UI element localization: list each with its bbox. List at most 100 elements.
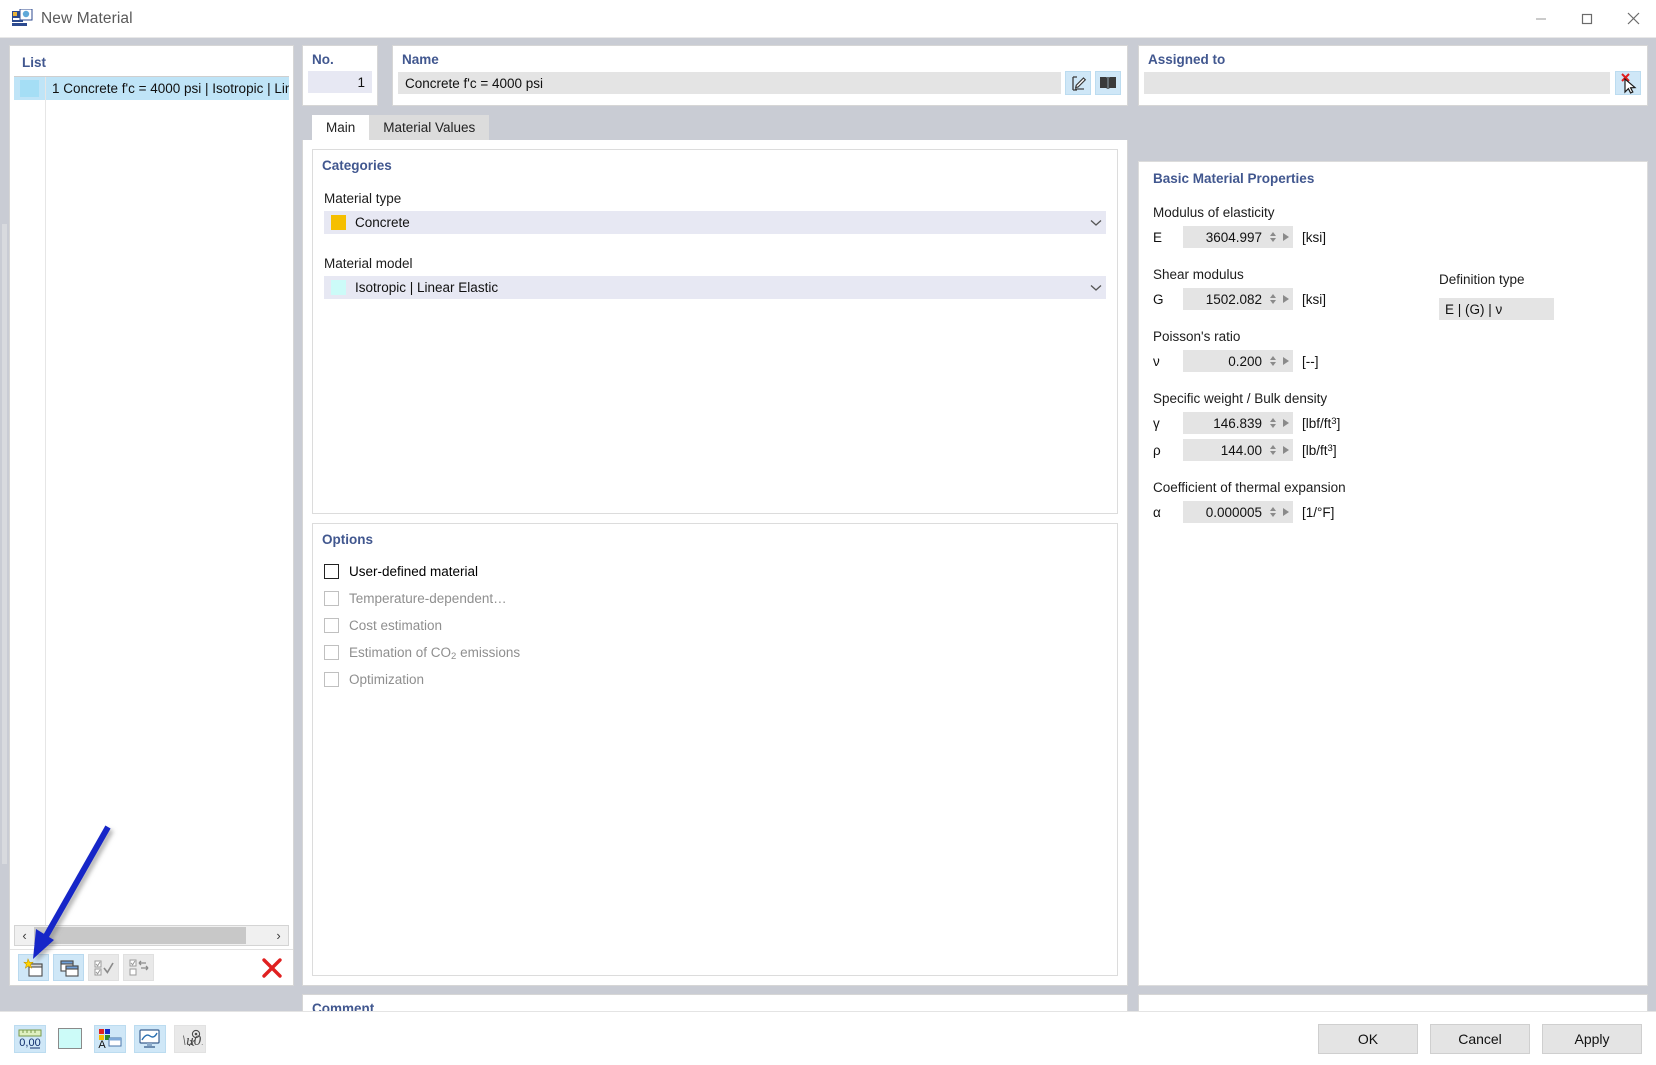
options-group: Options User-defined material Temperatur… xyxy=(312,523,1118,976)
minimize-button[interactable] xyxy=(1518,0,1564,38)
pick-deselect-icon[interactable] xyxy=(1615,71,1641,95)
new-material-dialog: New Material List 1 Concrete f'c = 4000 … xyxy=(0,0,1656,1065)
material-list[interactable]: 1 Concrete f'c = 4000 psi | Isotropic | … xyxy=(14,76,289,925)
right-column: Assigned to Basic Material Properties Mo… xyxy=(1138,45,1648,986)
material-model-combo[interactable]: Isotropic | Linear Elastic xyxy=(324,276,1106,299)
no-panel-legend: No. xyxy=(312,52,334,67)
render-style-icon[interactable]: A xyxy=(94,1024,126,1053)
window-edge-strip xyxy=(0,38,9,1065)
categories-group: Categories Material type Concrete Materi… xyxy=(312,149,1118,514)
scroll-thumb[interactable] xyxy=(34,927,246,944)
formula-icon: \u0192 x xyxy=(174,1024,206,1053)
symbol-alpha: α xyxy=(1153,504,1161,520)
value: 0.200 xyxy=(1228,353,1262,369)
dialog-buttons: OK Cancel Apply xyxy=(1318,1023,1642,1054)
list-horizontal-scrollbar[interactable]: ‹ › xyxy=(14,925,289,946)
option-label: User-defined material xyxy=(349,564,479,579)
assigned-to-legend: Assigned to xyxy=(1148,52,1226,67)
color-swatch-icon[interactable] xyxy=(54,1025,86,1053)
option-user-defined-material[interactable]: User-defined material xyxy=(324,558,1106,585)
expand-arrow-icon[interactable] xyxy=(1279,295,1293,303)
poissons-ratio-input[interactable]: 0.200 xyxy=(1183,350,1293,372)
new-material-icon xyxy=(11,8,33,29)
material-type-value: Concrete xyxy=(355,215,410,230)
material-color-swatch xyxy=(20,80,39,97)
ok-button[interactable]: OK xyxy=(1318,1023,1418,1054)
spinner-icon[interactable] xyxy=(1266,507,1279,517)
no-panel: No. 1 xyxy=(302,45,378,106)
spinner-icon[interactable] xyxy=(1266,445,1279,455)
list-item[interactable]: 1 Concrete f'c = 4000 psi | Isotropic | … xyxy=(14,77,289,100)
value: 1502.082 xyxy=(1205,291,1262,307)
name-panel-legend: Name xyxy=(402,52,439,67)
expand-arrow-icon[interactable] xyxy=(1279,446,1293,454)
scroll-right-arrow-icon[interactable]: › xyxy=(269,926,288,945)
name-panel: Name Concrete f'c = 4000 psi xyxy=(392,45,1128,106)
cancel-button[interactable]: Cancel xyxy=(1430,1023,1530,1054)
expand-arrow-icon[interactable] xyxy=(1279,233,1293,241)
chevron-down-icon[interactable] xyxy=(1090,280,1102,295)
checkbox-icon xyxy=(324,672,339,687)
scroll-left-arrow-icon[interactable]: ‹ xyxy=(15,926,34,945)
symbol-nu: ν xyxy=(1153,353,1160,369)
material-type-label: Material type xyxy=(324,191,402,206)
spinner-icon[interactable] xyxy=(1266,418,1279,428)
checkbox-icon xyxy=(324,591,339,606)
option-label: Temperature-dependent… xyxy=(349,591,507,606)
close-button[interactable] xyxy=(1610,0,1656,38)
definition-type-value[interactable]: E | (G) | ν xyxy=(1439,298,1554,320)
basic-material-properties-panel: Basic Material Properties Modulus of ela… xyxy=(1138,161,1648,986)
spinner-icon[interactable] xyxy=(1266,232,1279,242)
unit: [lbf/ft3] xyxy=(1302,415,1341,431)
edit-name-icon[interactable] xyxy=(1065,71,1091,95)
maximize-button[interactable] xyxy=(1564,0,1610,38)
checkbox-icon[interactable] xyxy=(324,564,339,579)
material-type-combo[interactable]: Concrete xyxy=(324,211,1106,234)
expand-arrow-icon[interactable] xyxy=(1279,419,1293,427)
material-type-color-swatch xyxy=(331,215,346,230)
bulk-density-row: ρ 144.00 [lb/ft3] xyxy=(1139,439,1647,461)
symbol-E: E xyxy=(1153,229,1163,245)
list-toolbar xyxy=(10,949,293,985)
expand-arrow-icon[interactable] xyxy=(1279,357,1293,365)
shear-modulus-input[interactable]: 1502.082 xyxy=(1183,288,1293,310)
definition-type-label: Definition type xyxy=(1439,272,1525,287)
main-tab-panel: Categories Material type Concrete Materi… xyxy=(302,140,1128,986)
list-panel: List 1 Concrete f'c = 4000 psi | Isotrop… xyxy=(9,45,294,986)
thermal-expansion-input[interactable]: 0.000005 xyxy=(1183,501,1293,523)
expand-arrow-icon[interactable] xyxy=(1279,508,1293,516)
material-model-label: Material model xyxy=(324,256,413,271)
dialog-body: List 1 Concrete f'c = 4000 psi | Isotrop… xyxy=(0,38,1656,1065)
material-library-icon[interactable] xyxy=(1095,71,1121,95)
spinner-icon[interactable] xyxy=(1266,356,1279,366)
new-material-button[interactable] xyxy=(18,954,49,981)
material-name-input[interactable]: Concrete f'c = 4000 psi xyxy=(398,72,1061,94)
tab-material-values[interactable]: Material Values xyxy=(369,115,490,140)
material-number-field[interactable]: 1 xyxy=(308,71,372,93)
svg-text:A: A xyxy=(98,1039,106,1049)
copy-material-button[interactable] xyxy=(53,954,84,981)
spinner-icon[interactable] xyxy=(1266,294,1279,304)
modulus-of-elasticity-input[interactable]: 3604.997 xyxy=(1183,226,1293,248)
modulus-of-elasticity-row: E 3604.997 [ksi] xyxy=(1139,226,1647,248)
tab-main[interactable]: Main xyxy=(312,115,370,140)
assigned-to-panel: Assigned to xyxy=(1138,45,1648,106)
apply-button[interactable]: Apply xyxy=(1542,1023,1642,1054)
bulk-density-input[interactable]: 144.00 xyxy=(1183,439,1293,461)
decimal-places-icon[interactable]: 0,00 xyxy=(14,1024,46,1053)
options-body: User-defined material Temperature-depend… xyxy=(313,549,1117,704)
options-legend: Options xyxy=(322,532,373,547)
delete-material-button[interactable] xyxy=(256,954,287,981)
chevron-down-icon[interactable] xyxy=(1090,215,1102,230)
assigned-to-input[interactable] xyxy=(1144,72,1610,94)
categories-body: Material type Concrete Material model Is… xyxy=(313,175,1117,310)
value: 3604.997 xyxy=(1205,229,1262,245)
poissons-ratio-row: ν 0.200 [--] xyxy=(1139,350,1647,372)
unit: [1/°F] xyxy=(1302,504,1335,520)
specific-weight-input[interactable]: 146.839 xyxy=(1183,412,1293,434)
visualization-icon[interactable] xyxy=(134,1024,166,1053)
svg-text:x: x xyxy=(188,1034,195,1049)
option-label: Estimation of CO2 emissions xyxy=(349,645,521,662)
window-controls xyxy=(1518,0,1656,38)
scroll-track[interactable] xyxy=(246,926,269,945)
